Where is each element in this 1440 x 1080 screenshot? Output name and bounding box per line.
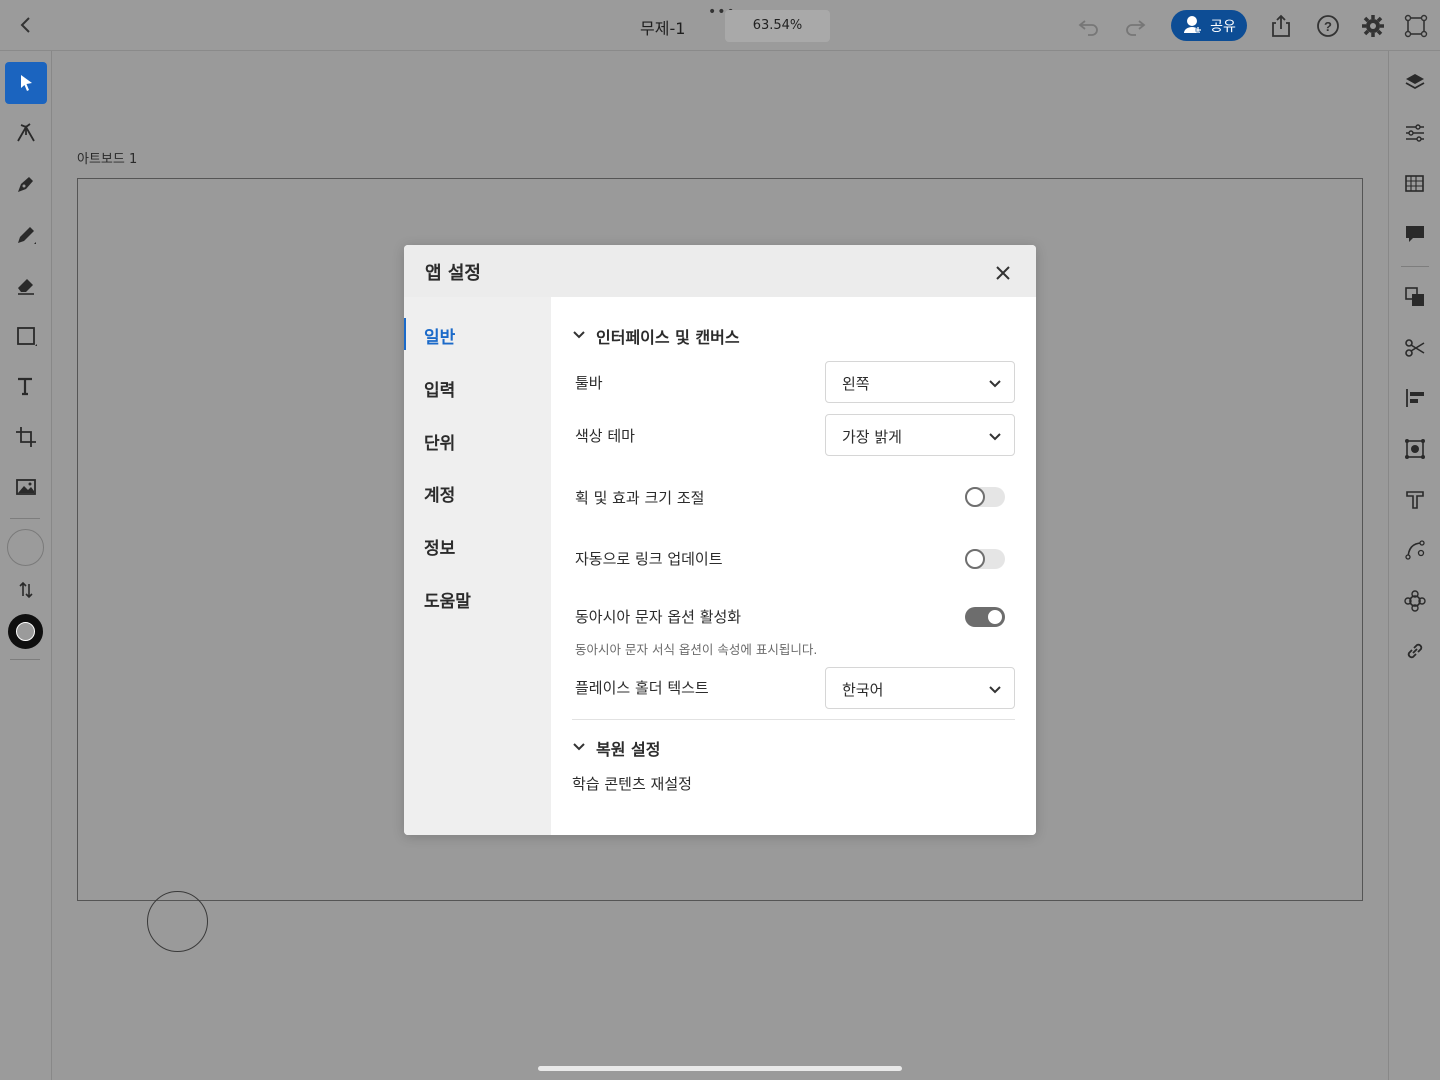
type-icon[interactable]: [5, 365, 47, 407]
back-icon[interactable]: [14, 13, 38, 37]
nav-item-about[interactable]: 정보: [424, 534, 455, 559]
chevron-down-icon: [988, 429, 1002, 443]
home-indicator[interactable]: [538, 1066, 902, 1071]
gear-icon[interactable]: [1360, 13, 1386, 39]
export-icon[interactable]: [1268, 13, 1294, 39]
share-button[interactable]: 공유: [1171, 10, 1247, 41]
close-icon[interactable]: [991, 261, 1015, 285]
image-icon[interactable]: [5, 466, 47, 508]
document-title[interactable]: 무제-1: [640, 15, 685, 39]
nav-item-help[interactable]: 도움말: [424, 587, 471, 612]
toolbar-label: 툴바: [575, 374, 603, 392]
pencil-icon[interactable]: [5, 214, 47, 256]
path-icon[interactable]: [1402, 537, 1428, 563]
panel-divider: [1401, 266, 1429, 267]
type-panel-icon[interactable]: [1402, 487, 1428, 513]
help-icon[interactable]: ?: [1315, 13, 1341, 39]
svg-text:?: ?: [1324, 19, 1332, 34]
toolbar-divider: [10, 659, 40, 660]
toolbar-divider: [10, 518, 40, 519]
placeholder-text-select[interactable]: 한국어: [825, 667, 1015, 709]
direct-select-icon[interactable]: [5, 112, 47, 154]
scale-strokes-label: 획 및 효과 크기 조절: [575, 489, 705, 507]
app-settings-dialog: 앱 설정 일반 입력 단위 계정 정보 도움말 인터페이스 및 캔버스 툴바 왼…: [404, 245, 1036, 835]
select-icon[interactable]: [5, 62, 47, 104]
redo-icon[interactable]: [1122, 13, 1148, 39]
stroke-color-swatch[interactable]: [8, 614, 43, 649]
comments-icon[interactable]: [1402, 221, 1428, 247]
touch-indicator: [147, 891, 208, 952]
transform-icon[interactable]: [5, 416, 47, 458]
section-reset-toggle[interactable]: 복원 설정: [572, 736, 660, 760]
nav-item-general[interactable]: 일반: [424, 323, 455, 348]
toggle-knob: [986, 608, 1004, 626]
swap-colors-icon[interactable]: [5, 569, 47, 611]
auto-link-toggle[interactable]: [965, 549, 1005, 569]
scale-strokes-toggle[interactable]: [965, 487, 1005, 507]
add-user-icon: [1182, 13, 1204, 39]
auto-link-label: 자동으로 링크 업데이트: [575, 550, 723, 568]
rectangle-icon[interactable]: [5, 315, 47, 357]
settings-nav: 일반 입력 단위 계정 정보 도움말: [404, 297, 551, 835]
toggle-knob: [965, 549, 985, 569]
effects-icon[interactable]: [1402, 588, 1428, 614]
share-label: 공유: [1210, 18, 1236, 35]
zoom-level[interactable]: 63.54%: [725, 10, 830, 42]
chevron-down-icon: [572, 739, 586, 758]
theme-select-value: 가장 밝게: [842, 428, 902, 446]
left-toolbar: [0, 51, 52, 1080]
section-interface-heading: 인터페이스 및 캔버스: [596, 328, 740, 347]
toggle-knob: [965, 487, 985, 507]
nav-item-units[interactable]: 단위: [424, 429, 455, 454]
settings-content: 인터페이스 및 캔버스 툴바 왼쪽 색상 테마 가장 밝게 획 및 효과 크기 …: [551, 297, 1036, 835]
toolbar-select[interactable]: 왼쪽: [825, 361, 1015, 403]
right-panel: [1388, 51, 1440, 1080]
artboard-label[interactable]: 아트보드 1: [77, 148, 137, 167]
properties-icon[interactable]: [1402, 120, 1428, 146]
section-reset-heading: 복원 설정: [596, 740, 661, 759]
theme-select[interactable]: 가장 밝게: [825, 414, 1015, 456]
east-asian-hint: 동아시아 문자 서식 옵션이 속성에 표시됩니다.: [575, 642, 818, 657]
reset-learn-content-link[interactable]: 학습 콘텐츠 재설정: [572, 773, 692, 794]
chevron-down-icon: [988, 376, 1002, 390]
placeholder-text-value: 한국어: [842, 681, 884, 699]
eraser-icon[interactable]: [5, 264, 47, 306]
present-icon[interactable]: [1403, 13, 1429, 39]
chevron-down-icon: [572, 327, 586, 346]
link-icon[interactable]: [1402, 638, 1428, 664]
section-divider: [572, 719, 1015, 720]
chevron-down-icon: [988, 682, 1002, 696]
libraries-icon[interactable]: [1402, 171, 1428, 197]
cut-icon[interactable]: [1402, 335, 1428, 361]
nav-active-indicator: [404, 318, 406, 350]
dialog-header: 앱 설정: [404, 245, 1036, 297]
nav-item-input[interactable]: 입력: [424, 376, 455, 401]
east-asian-label: 동아시아 문자 옵션 활성화: [575, 608, 742, 626]
fill-color-swatch[interactable]: [7, 529, 44, 566]
theme-label: 색상 테마: [575, 427, 635, 445]
east-asian-toggle[interactable]: [965, 607, 1005, 627]
undo-icon[interactable]: [1076, 13, 1102, 39]
align-icon[interactable]: [1402, 385, 1428, 411]
dialog-title: 앱 설정: [425, 263, 481, 284]
pen-icon[interactable]: [5, 163, 47, 205]
repeat-grid-icon[interactable]: [1402, 436, 1428, 462]
arrange-icon[interactable]: [1402, 284, 1428, 310]
placeholder-text-label: 플레이스 홀더 텍스트: [575, 679, 709, 697]
top-bar: 무제-1 ••• 63.54% 공유 ?: [0, 0, 1440, 51]
nav-item-account[interactable]: 계정: [424, 481, 455, 506]
toolbar-select-value: 왼쪽: [842, 375, 870, 393]
layers-icon[interactable]: [1402, 69, 1428, 95]
section-interface-toggle[interactable]: 인터페이스 및 캔버스: [572, 324, 740, 348]
